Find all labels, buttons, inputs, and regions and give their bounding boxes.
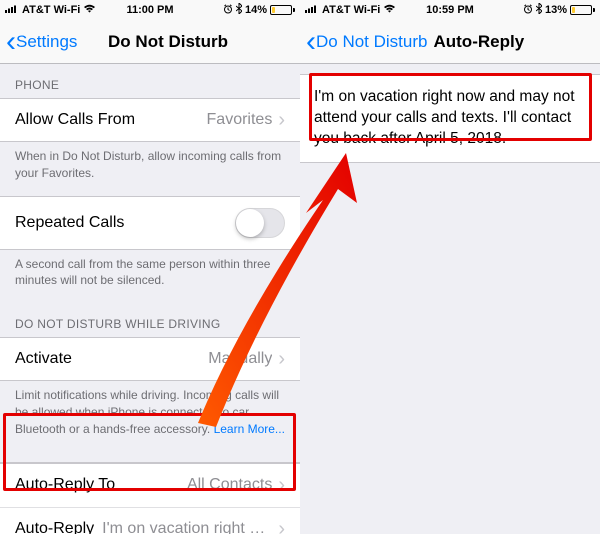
chevron-right-icon: › (278, 475, 285, 495)
back-label: Settings (16, 32, 77, 52)
status-time: 10:59 PM (426, 4, 474, 16)
chevron-right-icon: › (278, 110, 285, 130)
nav-bar: ‹ Do Not Disturb Auto-Reply (300, 20, 600, 64)
wifi-icon (383, 4, 396, 16)
cell-label: Auto-Reply To (15, 476, 115, 494)
bluetooth-icon (236, 3, 242, 17)
back-label: Do Not Disturb (316, 32, 427, 52)
chevron-back-icon: ‹ (306, 34, 316, 49)
battery-icon (270, 5, 295, 15)
cell-activate[interactable]: Activate Manually › (0, 337, 300, 381)
page-title: Auto-Reply (433, 32, 524, 52)
cell-value: I'm on vacation right now an… (102, 520, 272, 534)
status-bar: AT&T Wi-Fi 10:59 PM 13% (300, 0, 600, 20)
auto-reply-message-field[interactable]: I'm on vacation right now and may not at… (300, 74, 600, 163)
cell-label: Repeated Calls (15, 214, 124, 232)
footer-allow-calls: When in Do Not Disturb, allow incoming c… (0, 142, 300, 196)
group-header-phone: PHONE (0, 64, 300, 98)
signal-icon (305, 4, 319, 16)
chevron-right-icon: › (278, 519, 285, 534)
cell-allow-calls-from[interactable]: Allow Calls From Favorites › (0, 98, 300, 142)
footer-activate: Limit notifications while driving. Incom… (0, 381, 300, 451)
nav-bar: ‹ Settings Do Not Disturb (0, 20, 300, 64)
group-header-driving: DO NOT DISTURB WHILE DRIVING (0, 303, 300, 337)
battery-pct: 13% (545, 4, 567, 16)
battery-pct: 14% (245, 4, 267, 16)
settings-content: PHONE Allow Calls From Favorites › When … (0, 64, 300, 534)
autoreply-content: I'm on vacation right now and may not at… (300, 64, 600, 534)
chevron-right-icon: › (278, 349, 285, 369)
status-time: 11:00 PM (126, 4, 173, 16)
carrier-text: AT&T Wi-Fi (322, 4, 380, 16)
back-button[interactable]: ‹ Do Not Disturb (306, 32, 427, 52)
alarm-icon (223, 4, 233, 17)
chevron-back-icon: ‹ (6, 34, 16, 49)
wifi-icon (83, 4, 96, 16)
cell-value: Manually (72, 350, 272, 368)
page-title: Do Not Disturb (108, 32, 228, 52)
cell-label: Allow Calls From (15, 111, 135, 129)
battery-icon (570, 5, 595, 15)
cell-label: Auto-Reply (15, 520, 94, 534)
footer-repeated: A second call from the same person withi… (0, 250, 300, 304)
alarm-icon (523, 4, 533, 17)
cell-label: Activate (15, 350, 72, 368)
cell-auto-reply[interactable]: Auto-Reply I'm on vacation right now an…… (0, 507, 300, 534)
signal-icon (5, 4, 19, 16)
bluetooth-icon (536, 3, 542, 17)
back-button[interactable]: ‹ Settings (6, 32, 77, 52)
screen-auto-reply: AT&T Wi-Fi 10:59 PM 13% (300, 0, 600, 534)
learn-more-link[interactable]: Learn More... (214, 422, 285, 436)
screen-do-not-disturb: AT&T Wi-Fi 11:00 PM 14% (0, 0, 300, 534)
cell-value: All Contacts (115, 476, 272, 494)
cell-auto-reply-to[interactable]: Auto-Reply To All Contacts › (0, 463, 300, 507)
status-bar: AT&T Wi-Fi 11:00 PM 14% (0, 0, 300, 20)
carrier-text: AT&T Wi-Fi (22, 4, 80, 16)
cell-value: Favorites (135, 111, 272, 129)
toggle-repeated-calls[interactable] (235, 208, 285, 238)
cell-repeated-calls[interactable]: Repeated Calls (0, 196, 300, 250)
